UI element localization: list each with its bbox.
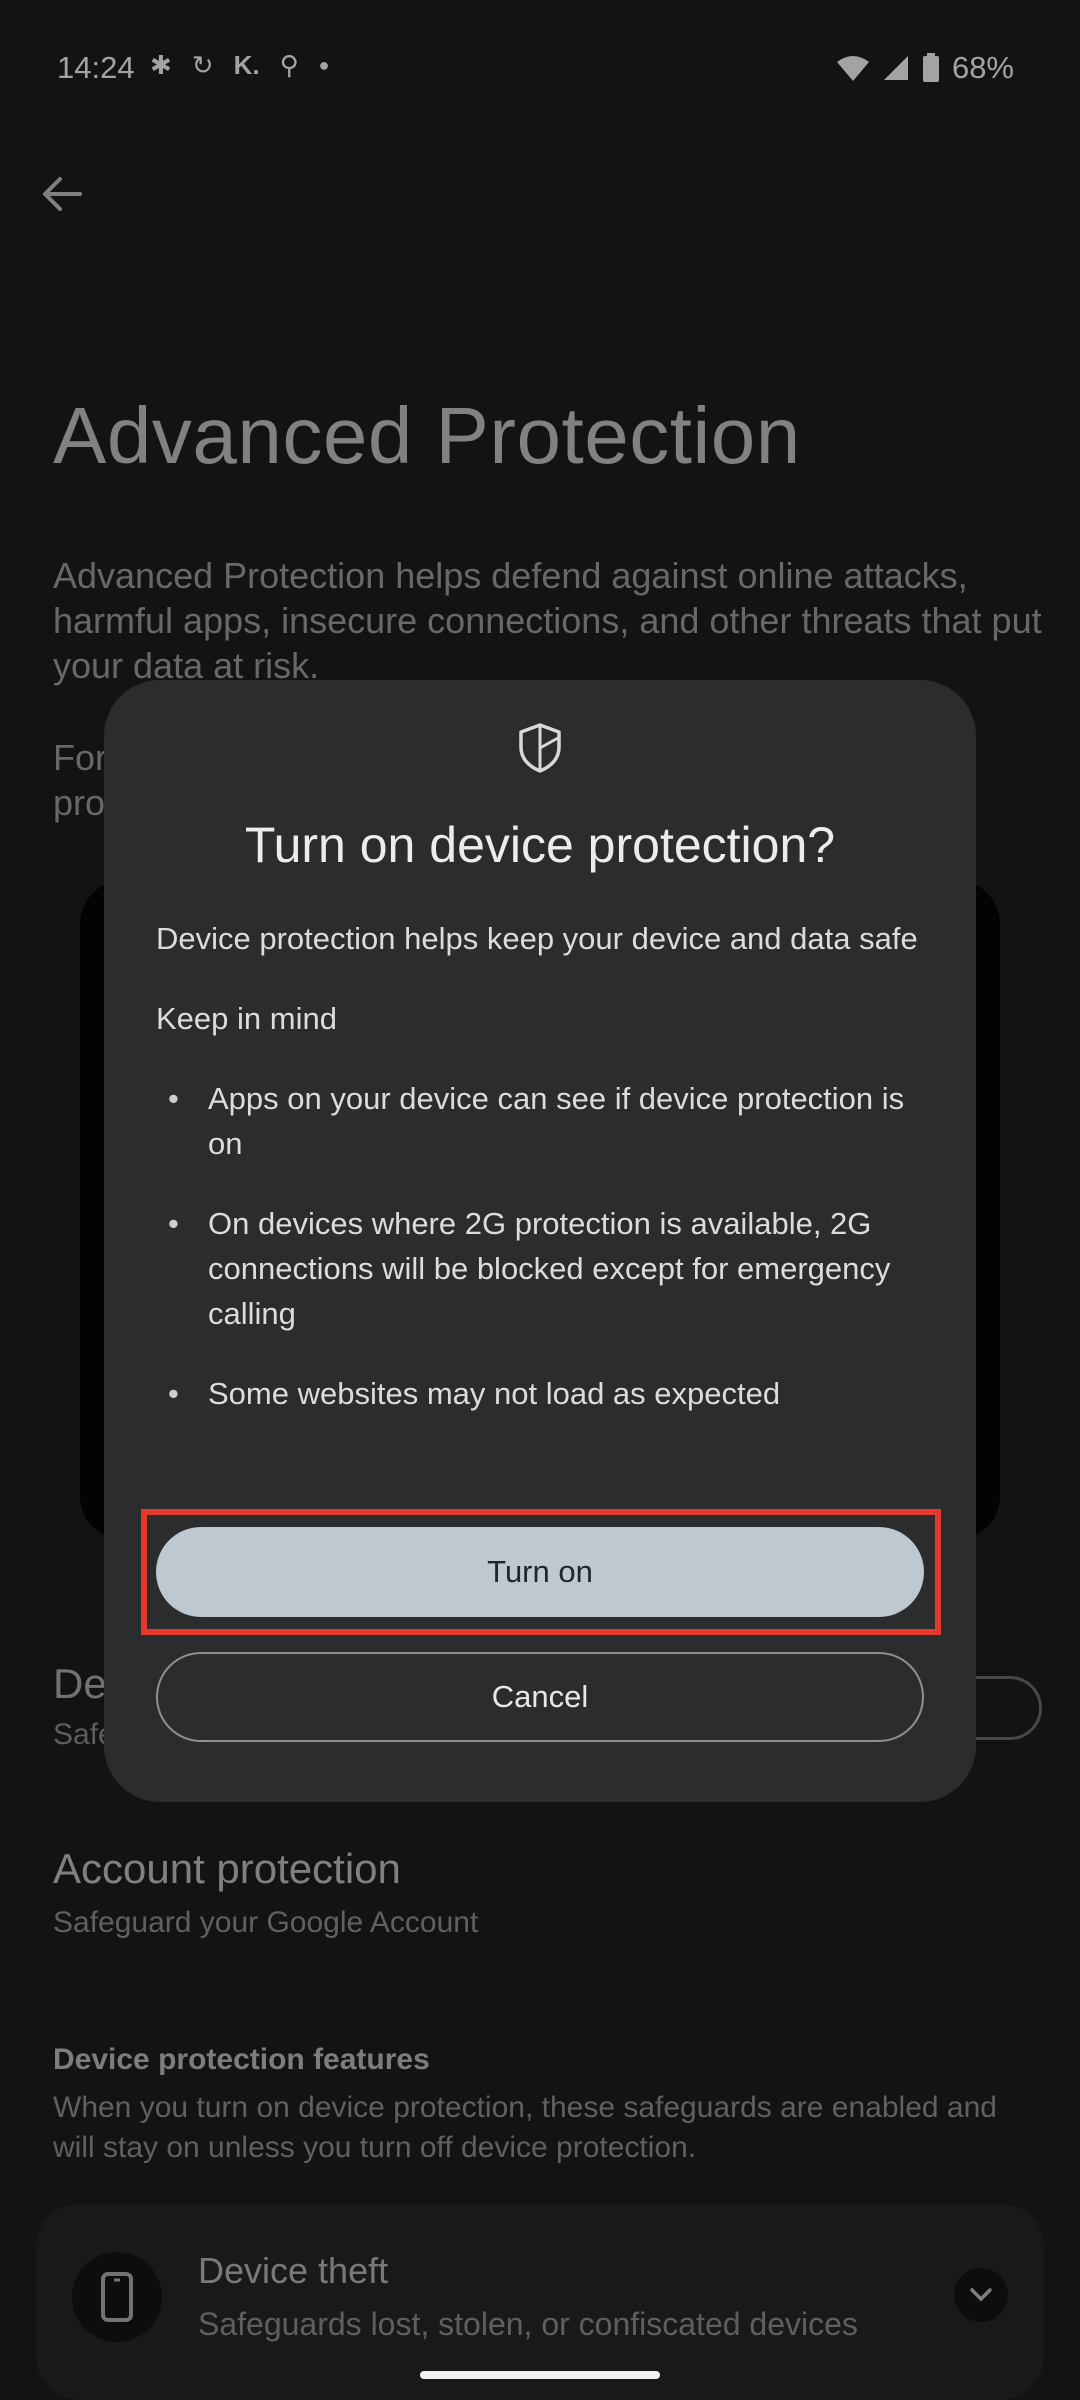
- dialog-intro: Device protection helps keep your device…: [156, 921, 918, 956]
- dialog-title: Turn on device protection?: [244, 817, 836, 873]
- dialog-body: Device protection helps keep your device…: [156, 916, 936, 1451]
- keep-in-mind-label: Keep in mind: [156, 1001, 337, 1036]
- home-indicator[interactable]: [420, 2371, 660, 2379]
- turn-on-button[interactable]: Turn on: [156, 1527, 924, 1617]
- dialog-bullet-list: Apps on your device can see if device pr…: [156, 1076, 936, 1416]
- shield-icon: [519, 723, 561, 773]
- list-item: On devices where 2G protection is availa…: [156, 1201, 936, 1336]
- list-item: Apps on your device can see if device pr…: [156, 1076, 936, 1166]
- list-item: Some websites may not load as expected: [156, 1371, 936, 1416]
- cancel-button[interactable]: Cancel: [156, 1652, 924, 1742]
